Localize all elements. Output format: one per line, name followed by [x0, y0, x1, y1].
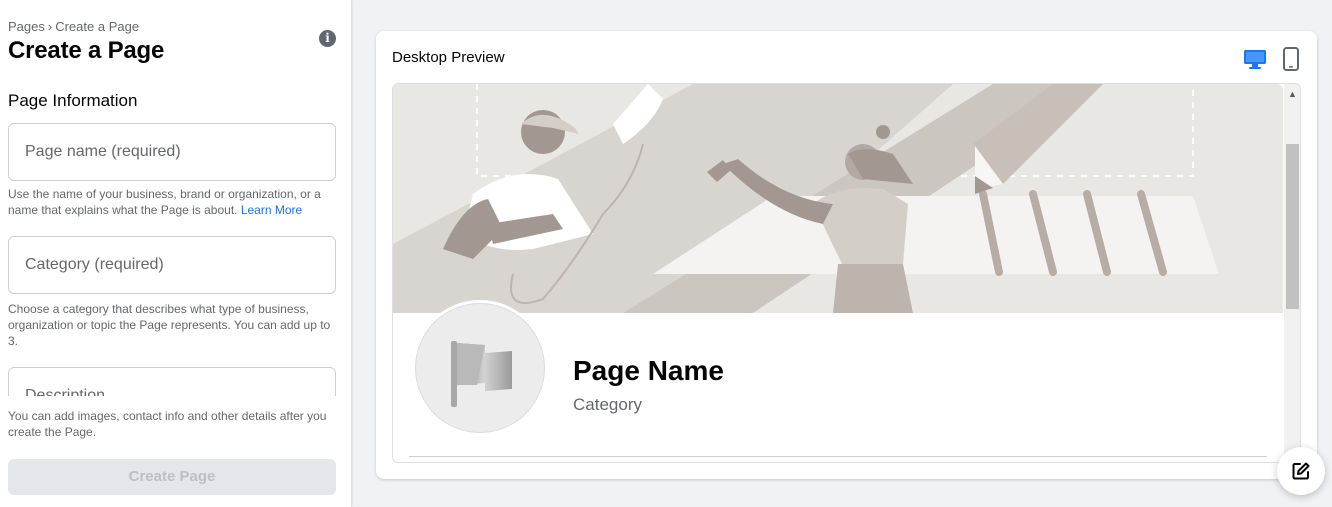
preview-category: Category: [573, 395, 642, 414]
flag-icon: [451, 341, 512, 407]
cover-illustration: [393, 84, 1283, 313]
category-input[interactable]: Category (required): [8, 236, 336, 294]
info-icon[interactable]: i: [319, 30, 336, 47]
category-placeholder: Category (required): [25, 256, 164, 273]
breadcrumb-current: Create a Page: [55, 19, 140, 34]
create-page-panel: Pages › Create a Page Create a Page i Page…: [0, 0, 352, 507]
edit-fab-button[interactable]: [1277, 447, 1325, 495]
breadcrumb-pages-link[interactable]: Pages: [8, 19, 45, 34]
mobile-icon[interactable]: [1281, 47, 1301, 71]
scroll-thumb[interactable]: [1286, 144, 1299, 309]
preview-card: Desktop Preview ▲ Page Name Category: [376, 31, 1317, 479]
category-help: Choose a category that describes what ty…: [8, 302, 331, 348]
preview-scrollbar[interactable]: ▲: [1284, 84, 1300, 462]
panel-footer: You can add images, contact info and oth…: [0, 396, 351, 507]
page-name-input[interactable]: Page name (required): [8, 123, 336, 181]
edit-icon: [1292, 462, 1310, 480]
desktop-preview-frame: ▲ Page Name Category: [392, 83, 1301, 463]
section-title: Page Information: [8, 91, 138, 110]
breadcrumb-separator: ›: [47, 19, 53, 34]
cover-photo: [393, 84, 1283, 313]
desktop-icon[interactable]: [1243, 48, 1267, 70]
create-page-button[interactable]: Create Page: [8, 459, 336, 495]
profile-avatar: [412, 300, 548, 436]
page-name-placeholder: Page name (required): [25, 143, 181, 160]
page-name-help: Use the name of your business, brand or …: [8, 186, 338, 218]
footer-text: You can add images, contact info and oth…: [8, 409, 327, 439]
breadcrumb: Pages › Create a Page: [8, 19, 139, 34]
preview-title: Desktop Preview: [392, 49, 505, 66]
scroll-up-arrow-icon[interactable]: ▲: [1288, 89, 1297, 99]
preview-page-name: Page Name: [573, 355, 724, 386]
page-title: Create a Page: [8, 37, 165, 64]
learn-more-link[interactable]: Learn More: [241, 203, 302, 217]
preview-divider: [409, 456, 1267, 457]
